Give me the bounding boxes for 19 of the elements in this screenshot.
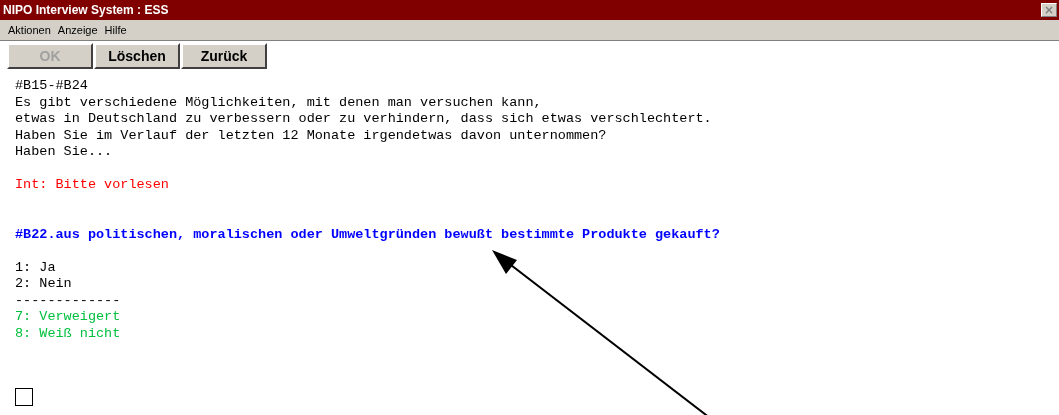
- menu-item[interactable]: Hilfe: [104, 24, 127, 36]
- question-text: Es gibt verschiedene Möglichkeiten, mit denen man versuchen kann,: [15, 94, 543, 111]
- menu-item[interactable]: Aktionen: [8, 24, 51, 36]
- answer-option: 2: Nein: [15, 276, 1059, 293]
- answer-option: 1: Ja: [15, 259, 1059, 276]
- question-text: #B15-#B24: [15, 78, 89, 95]
- answer-option: 8: Weiß nicht: [15, 325, 1059, 342]
- answer-option: 7: Verweigert: [15, 309, 1059, 326]
- interviewer-instruction: Int: Bitte vorlesen: [15, 177, 170, 194]
- question-text: Haben Sie...: [15, 144, 114, 161]
- menu-item[interactable]: Anzeige: [57, 24, 98, 36]
- question-text: etwas in Deutschland zu verbessern oder zu verhindern, dass sich etwas verschlechtert.: [15, 111, 713, 128]
- answer-option: -------------: [15, 292, 1059, 309]
- action-button[interactable]: Löschen: [94, 43, 180, 69]
- question-text: Haben Sie im Verlauf der letzten 12 Monate irgendetwas davon unternommen?: [15, 127, 608, 144]
- action-button[interactable]: Zurück: [181, 43, 267, 69]
- answer-checkbox[interactable]: [15, 388, 33, 406]
- question-text: #B22.aus politischen, moralischen oder Umweltgründen bewußt bestimmte Produkte gekauft?: [15, 226, 721, 243]
- window-title: NIPO Interview System : ESS: [3, 3, 169, 17]
